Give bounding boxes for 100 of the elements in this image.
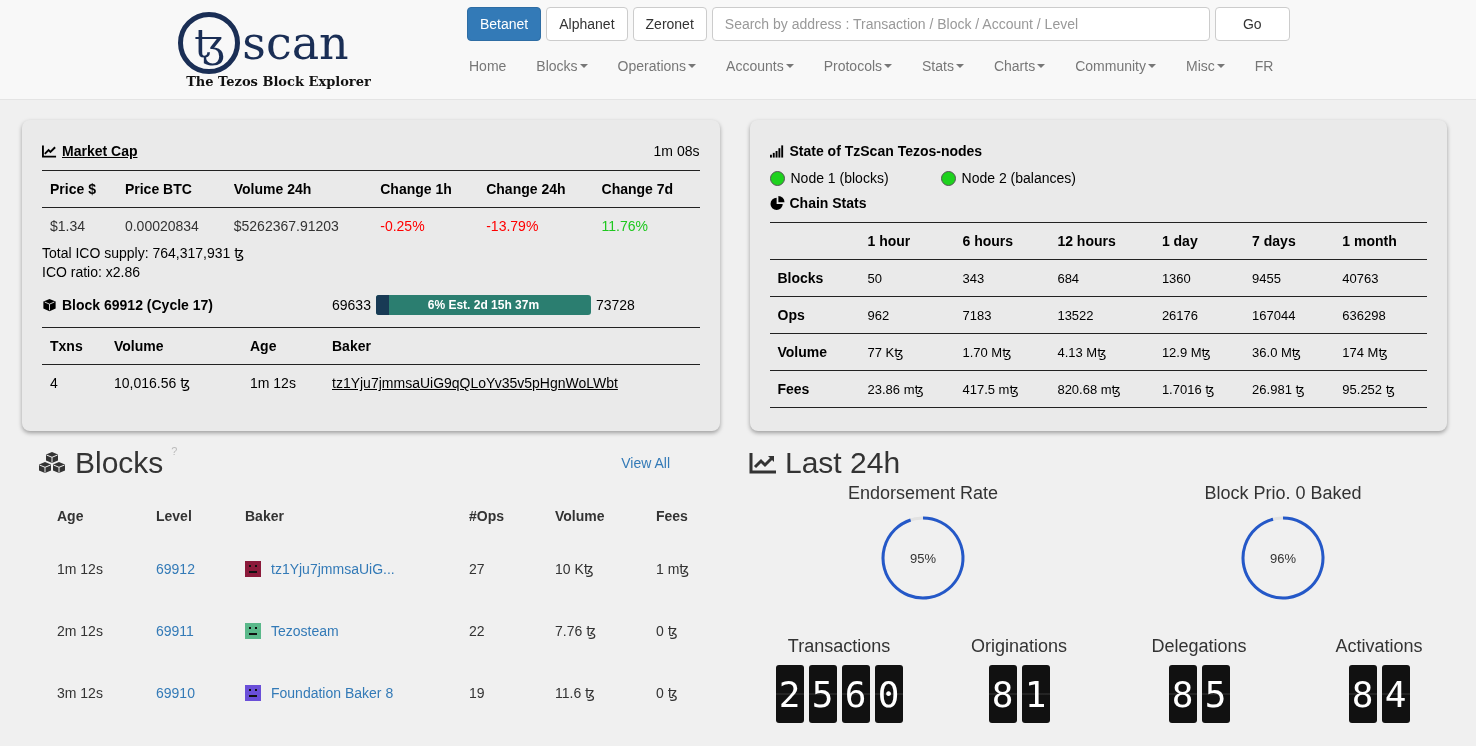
column-header: Change 1h — [372, 170, 479, 208]
table-cell-text: 27 — [468, 560, 486, 579]
flip-digit: 5 — [1201, 665, 1230, 723]
table-cell-text: 3m 12s — [56, 684, 104, 703]
market-cap-link[interactable]: Market Cap — [62, 143, 138, 159]
column-header: Age — [242, 327, 324, 365]
ico-supply: Total ICO supply: 764,317,931 ꜩ — [42, 244, 246, 263]
nav-link[interactable]: Misc — [1170, 56, 1240, 76]
gauge-reading: 95% — [910, 550, 936, 566]
node-label: Node 2 (balances) — [961, 170, 1076, 186]
nav-link[interactable]: Operations — [602, 56, 712, 76]
baker-link[interactable]: Tezosteam — [271, 623, 339, 639]
nav-link[interactable]: FR — [1239, 56, 1289, 76]
table-cell: 1360 — [1153, 259, 1245, 297]
table-cell-text: 19 — [468, 684, 486, 703]
column-header: #Ops — [468, 506, 505, 526]
baker-link[interactable]: tz1Yju7jmmsaUiG9qQLoYv35v5pHgnWoLWbt — [332, 375, 618, 391]
table-cell-text: 11.6 ꜩ — [554, 684, 597, 703]
column-header: 1 hour — [859, 222, 955, 260]
block-level-link[interactable]: 69910 — [156, 685, 195, 701]
nav-link[interactable]: Blocks — [521, 56, 603, 76]
table-cell: 1m 12s — [242, 364, 324, 401]
nav-link[interactable]: Charts — [978, 56, 1061, 76]
go-button[interactable]: Go — [1214, 7, 1290, 41]
cube-icon — [42, 298, 57, 312]
table-cell-text: 0 ꜩ — [655, 622, 679, 641]
table-cell-text: 2m 12s — [56, 622, 104, 641]
column-header: Change 7d — [593, 170, 700, 208]
table-cell: 684 — [1049, 259, 1154, 297]
nav-link[interactable]: Community — [1060, 56, 1171, 76]
column-header: 12 hours — [1049, 222, 1154, 260]
column-header: Baker — [244, 506, 285, 526]
table-cell-text: 0 ꜩ — [655, 684, 679, 703]
cubes-icon — [37, 451, 67, 475]
flip-digit: 2 — [775, 665, 804, 723]
table-cell: 4 — [42, 364, 106, 401]
table-cell: 343 — [954, 259, 1050, 297]
nav-link[interactable]: Home — [454, 56, 522, 76]
table-cell: 26176 — [1153, 296, 1245, 334]
table-cell: 167044 — [1244, 296, 1335, 334]
network-tab[interactable]: Betanet — [467, 7, 542, 41]
node-label: Node 1 (blocks) — [790, 170, 889, 186]
column-header: Volume — [106, 327, 242, 365]
nav-link[interactable]: Accounts — [711, 56, 809, 76]
flip-digit: 5 — [808, 665, 837, 723]
table-cell: $1.34 — [42, 207, 117, 244]
table-cell-text: 7.76 ꜩ — [554, 622, 598, 641]
cycle-start: 69633 — [332, 297, 371, 313]
table-cell: 7183 — [954, 296, 1050, 334]
pie-chart-icon — [769, 196, 785, 210]
gauge-reading: 96% — [1270, 550, 1296, 566]
table-cell: -0.25% — [372, 207, 479, 244]
column-header: 1 month — [1334, 222, 1427, 260]
nav-link[interactable]: Protocols — [808, 56, 908, 76]
table-cell: 820.68 mꜩ — [1049, 370, 1154, 408]
baker-link[interactable]: Foundation Baker 8 — [271, 685, 394, 701]
blocks-title: Blocks — [75, 446, 164, 480]
row-header: Blocks — [769, 259, 860, 297]
column-header: Txns — [42, 327, 106, 365]
column-header: Volume 24h — [225, 170, 373, 208]
table-cell: 9455 — [1244, 259, 1335, 297]
column-header: Volume — [554, 506, 606, 526]
column-header: Price BTC — [116, 170, 226, 208]
table-cell: 417.5 mꜩ — [954, 370, 1050, 408]
update-time: 1m 08s — [653, 143, 700, 159]
column-header: Fees — [655, 506, 689, 526]
table-cell: 1.7016 ꜩ — [1153, 370, 1245, 408]
network-tab[interactable]: Zeronet — [632, 7, 707, 41]
table-cell: 12.9 Mꜩ — [1153, 333, 1245, 371]
counter-label: Transactions — [787, 636, 891, 657]
network-tab[interactable]: Alphanet — [546, 7, 628, 41]
table-cell: 636298 — [1334, 296, 1427, 334]
column-header: Age — [56, 506, 85, 526]
row-header: Fees — [769, 370, 860, 408]
flip-digit: 6 — [841, 665, 870, 723]
baker-link[interactable]: tz1Yju7jmmsaUiG... — [271, 561, 395, 577]
table-cell-text: 1 mꜩ — [655, 560, 691, 579]
table-cell: $5262367.91203 — [225, 207, 373, 244]
table-cell: 174 Mꜩ — [1334, 333, 1427, 371]
table-cell: 4.13 Mꜩ — [1049, 333, 1154, 371]
row-header: Ops — [769, 296, 860, 334]
table-cell: 13522 — [1049, 296, 1154, 334]
flip-digit: 8 — [1168, 665, 1197, 723]
block-level-link[interactable]: 69911 — [156, 623, 194, 639]
table-cell-text: 1m 12s — [56, 560, 104, 579]
table-cell: 10,016.56 ꜩ — [106, 364, 242, 401]
view-all-link[interactable]: View All — [621, 455, 670, 471]
table-cell-text: 10 Kꜩ — [554, 560, 595, 579]
counter-label: Activations — [1335, 636, 1423, 657]
block-level-link[interactable]: 69912 — [156, 561, 195, 577]
nav-link[interactable]: Stats — [907, 56, 979, 76]
column-header: 6 hours — [954, 222, 1050, 260]
flip-digit: 8 — [1348, 665, 1377, 723]
progress-label: 6% Est. 2d 15h 37m — [427, 298, 540, 312]
cycle-end: 73728 — [595, 297, 635, 313]
column-header: Price $ — [42, 170, 117, 208]
last-24h-title: Last 24h — [785, 446, 901, 480]
chain-stats-title: Chain Stats — [789, 195, 867, 211]
flip-digit: 4 — [1381, 665, 1410, 723]
search-field[interactable]: Search by address : Transaction / Block / Account / Level — [711, 7, 1210, 41]
